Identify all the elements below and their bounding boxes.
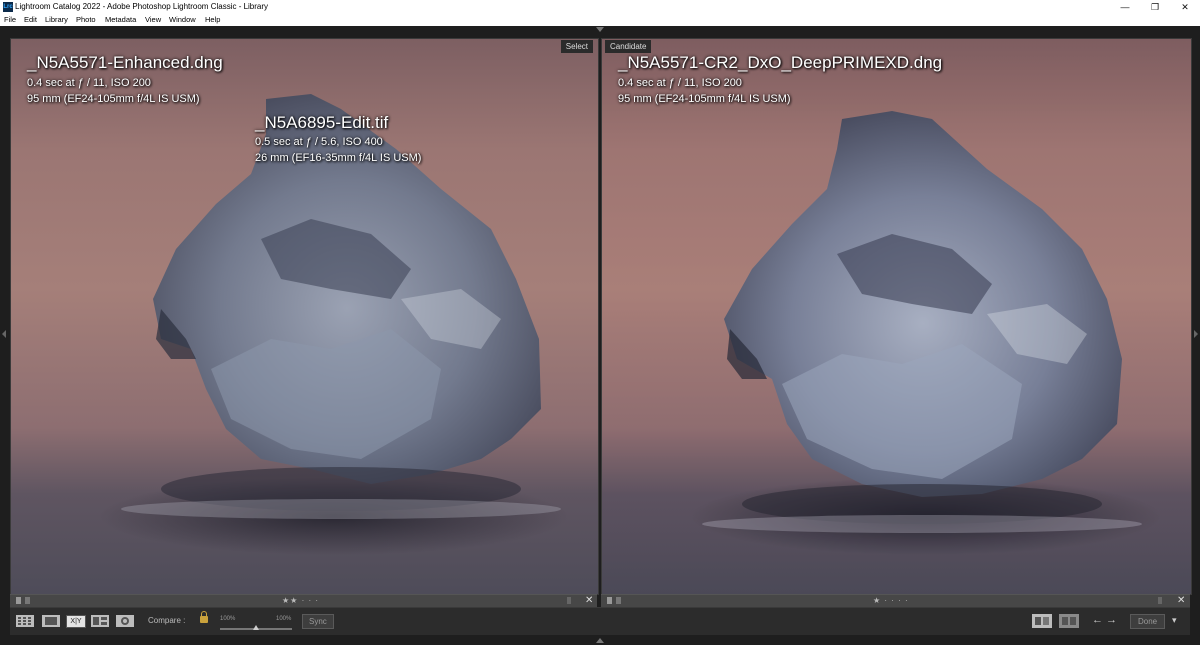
compare-view-button[interactable]: X|Y [66, 615, 86, 628]
candidate-exposure: 0.4 sec at ƒ / 11, ISO 200 [618, 77, 742, 89]
candidate-lens: 95 mm (EF24-105mm f/4L IS USM) [618, 93, 791, 105]
menu-help[interactable]: Help [205, 14, 220, 26]
close-window-button[interactable]: ✕ [1170, 0, 1200, 14]
lightroom-app-icon: Lrc [3, 2, 13, 12]
compare-toolbar: X|Y Compare : 100% 100% Sync ← → Done ▾ [10, 607, 1190, 635]
swap-icon[interactable] [1032, 614, 1052, 628]
zoom-min-label: 100% [220, 616, 236, 622]
loupe-view-icon[interactable] [42, 615, 60, 627]
window-title: Lightroom Catalog 2022 - Adobe Photoshop… [15, 2, 269, 11]
select-star-rating[interactable]: ★★ · · · [282, 595, 319, 607]
candidate-close-button[interactable]: ✕ [1177, 595, 1185, 607]
menu-bar: File Edit Library Photo Metadata View Wi… [0, 14, 1200, 26]
next-photo-button[interactable]: → [1106, 614, 1117, 627]
candidate-filename: _N5A5571-CR2_DxO_DeepPRIMEXD.dng [618, 53, 943, 72]
candidate-star-rating[interactable]: ★ · · · · [873, 595, 909, 607]
menu-window[interactable]: Window [169, 14, 196, 26]
select-exposure: 0.4 sec at ƒ / 11, ISO 200 [27, 77, 151, 89]
menu-edit[interactable]: Edit [24, 14, 37, 26]
candidate-badge: Candidate [605, 40, 652, 53]
select-badge: Select [560, 40, 593, 53]
toolbar-menu-icon[interactable]: ▾ [1172, 614, 1177, 627]
zoom-max-label: 100% [276, 616, 292, 622]
select-photo-pane[interactable]: Select _N5A5571-Enhanced.dng 0.4 sec at … [10, 38, 599, 595]
candidate-photo-pane[interactable]: Candidate _N5A5571-CR2_DxO_DeepPRIMEXD.d… [601, 38, 1192, 595]
left-panel-toggle-icon[interactable] [2, 330, 6, 338]
flag-icon[interactable] [607, 597, 612, 604]
menu-file[interactable]: File [4, 14, 16, 26]
previous-photo-button[interactable]: ← [1092, 614, 1103, 627]
candidate-rating-bar: ★ · · · · ✕ [601, 594, 1190, 607]
color-label-icon[interactable] [567, 597, 571, 604]
overlay-filename: _N5A6895-Edit.tif [255, 113, 389, 132]
top-panel-toggle-icon[interactable] [596, 27, 604, 32]
menu-library[interactable]: Library [45, 14, 68, 26]
maximize-button[interactable]: ❐ [1140, 0, 1170, 14]
select-close-button[interactable]: ✕ [585, 595, 593, 607]
menu-metadata[interactable]: Metadata [105, 14, 136, 26]
select-rating-bar: ★★ · · · ✕ [10, 594, 597, 607]
compare-label: Compare : [148, 616, 186, 625]
people-view-icon[interactable] [116, 615, 134, 627]
color-label-icon[interactable] [1158, 597, 1162, 604]
survey-view-icon[interactable] [91, 615, 109, 627]
select-filename: _N5A5571-Enhanced.dng [27, 53, 223, 72]
lock-icon[interactable] [200, 611, 208, 623]
title-bar: Lrc Lightroom Catalog 2022 - Adobe Photo… [0, 0, 1200, 14]
minimize-button[interactable]: — [1110, 0, 1140, 14]
zoom-slider-knob[interactable] [253, 625, 259, 630]
sync-button[interactable]: Sync [302, 614, 334, 629]
overlay-lens: 26 mm (EF16-35mm f/4L IS USM) [255, 152, 422, 164]
grid-view-icon[interactable] [16, 615, 34, 627]
overlay-exposure: 0.5 sec at ƒ / 5.6, ISO 400 [255, 136, 383, 148]
menu-view[interactable]: View [145, 14, 161, 26]
menu-photo[interactable]: Photo [76, 14, 96, 26]
ice-block-image [702, 111, 1142, 533]
right-panel-toggle-icon[interactable] [1194, 330, 1198, 338]
select-lens: 95 mm (EF24-105mm f/4L IS USM) [27, 93, 200, 105]
flag-icon[interactable] [16, 597, 21, 604]
reject-flag-icon[interactable] [616, 597, 621, 604]
make-select-icon[interactable] [1059, 614, 1079, 628]
bottom-panel-toggle-icon[interactable] [596, 638, 604, 643]
done-button[interactable]: Done [1130, 614, 1166, 629]
reject-flag-icon[interactable] [25, 597, 30, 604]
